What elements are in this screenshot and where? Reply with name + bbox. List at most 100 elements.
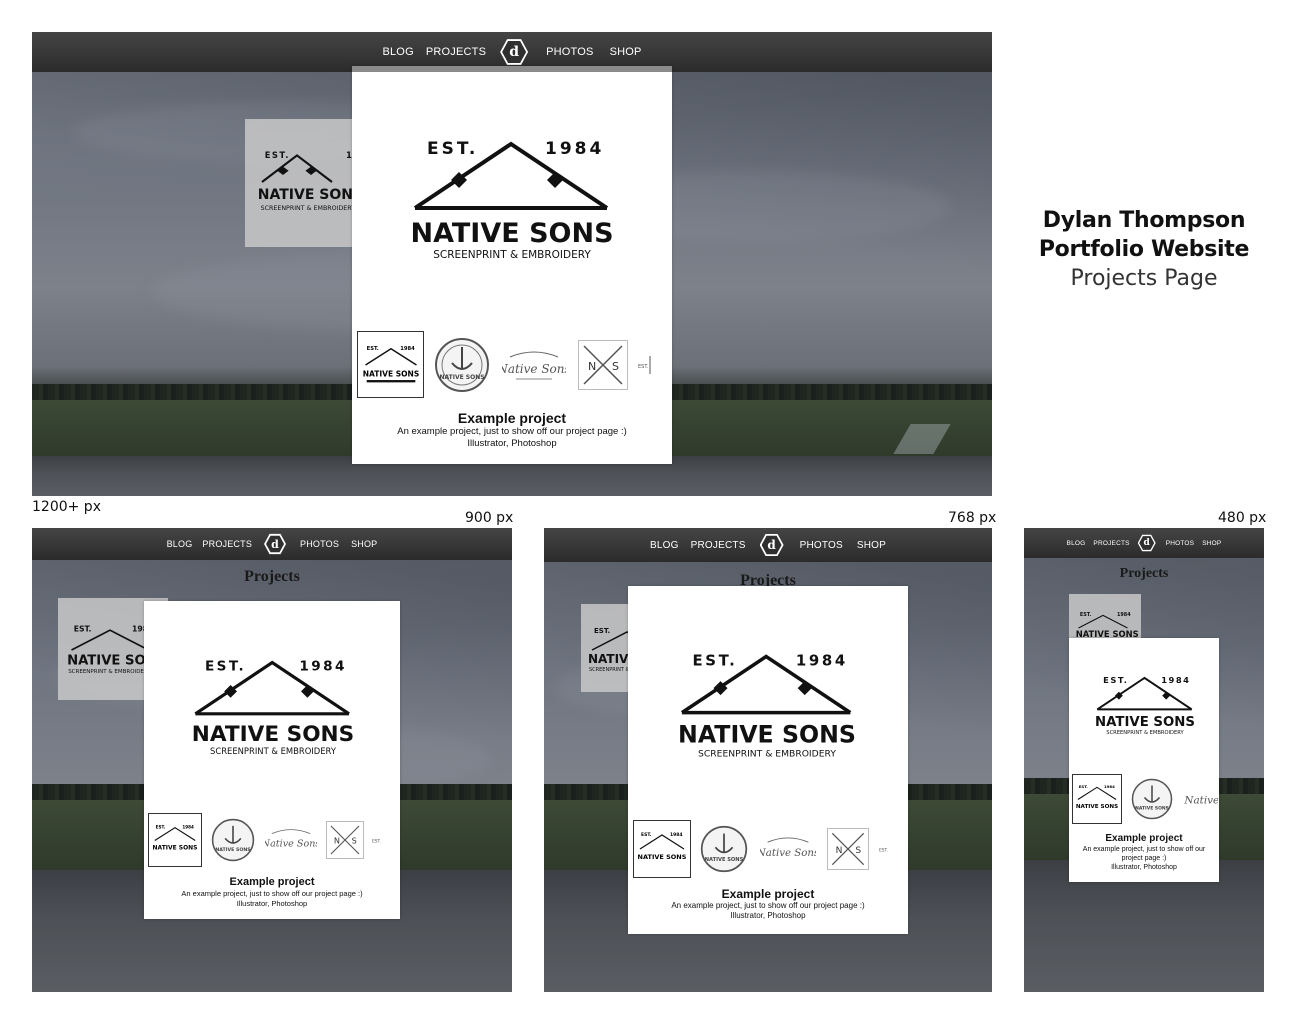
- thumbnail-cross-logo[interactable]: N S: [827, 828, 869, 870]
- svg-text:Native Sons: Native Sons: [265, 838, 317, 849]
- svg-text:1984: 1984: [299, 659, 346, 675]
- project-title: Example project: [229, 876, 315, 888]
- svg-text:NATIVE SONS: NATIVE SONS: [638, 853, 687, 861]
- svg-text:EST.: EST.: [879, 848, 888, 854]
- thumbnail-cross-logo[interactable]: N S: [578, 339, 628, 390]
- thumbnail-cross-logo[interactable]: N S: [326, 821, 364, 859]
- site-logo-icon[interactable]: d: [500, 39, 529, 65]
- project-title: Example project: [457, 410, 567, 426]
- svg-text:NATIVE SONS: NATIVE SONS: [215, 847, 251, 853]
- project-tools: Illustrator, Photoshop: [1111, 864, 1177, 871]
- script-logo-icon: Native Sons: [760, 837, 816, 859]
- svg-text:NATIVE SONS: NATIVE SONS: [1095, 715, 1195, 730]
- nav-link-blog[interactable]: BLOG: [650, 540, 679, 551]
- project-grid-card[interactable]: EST. 1984 NATIVE SONS SCREENPRINT & EMBR…: [245, 119, 365, 247]
- svg-text:S: S: [855, 846, 861, 856]
- project-modal: EST. 1984 NATIVE SONS SCREENPRINT & EMBR…: [1069, 638, 1219, 882]
- native-sons-logo-icon: EST. 1984 NATIVE SONS SCREENPRINT & EMBR…: [192, 659, 354, 756]
- nav-link-photos[interactable]: PHOTOS: [546, 46, 593, 58]
- svg-text:SCREENPRINT & EMBROIDERY: SCREENPRINT & EMBROIDERY: [210, 746, 337, 756]
- nav-link-blog[interactable]: BLOG: [167, 539, 193, 549]
- native-sons-logo-icon: EST. 1984 NATIVE SONS SCREENPRINT & EMBR…: [410, 139, 613, 261]
- project-title: Example project: [721, 887, 815, 901]
- thumbnail-anchor-badge[interactable]: NATIVE SONS: [432, 335, 492, 395]
- nav-link-photos[interactable]: PHOTOS: [1166, 540, 1195, 547]
- thumbnail-script-logo[interactable]: Native Sons: [502, 335, 566, 395]
- crossed-arrows-icon: N S: [583, 344, 623, 385]
- svg-text:EST.: EST.: [366, 345, 378, 351]
- thumbnail-partial[interactable]: EST.: [372, 825, 386, 855]
- svg-text:1984: 1984: [796, 651, 848, 669]
- svg-text:NATIVE SONS: NATIVE SONS: [192, 722, 354, 747]
- site-navbar: BLOG PROJECTS d PHOTOS SHOP: [544, 528, 992, 562]
- page-title: Projects: [1119, 566, 1169, 581]
- breakpoint-label-xsmall: 480 px: [1218, 510, 1267, 526]
- nav-link-projects[interactable]: PROJECTS: [1093, 540, 1129, 547]
- project-modal: EST. 1984 NATIVE SONS SCREENPRINT & EMBR…: [144, 601, 400, 919]
- caption-page-name: Projects Page: [1070, 266, 1218, 291]
- site-navbar: BLOG PROJECTS d PHOTOS SHOP: [32, 528, 512, 560]
- thumbnail-badge-mountain[interactable]: EST. 1984 NATIVE SONS: [633, 820, 691, 878]
- site-logo-icon[interactable]: d: [759, 533, 784, 557]
- script-logo-icon: Native Sons: [502, 351, 566, 379]
- thumbnail-partial[interactable]: EST.: [879, 834, 893, 864]
- svg-text:EST.: EST.: [427, 139, 478, 159]
- thumbnail-script-logo[interactable]: Native Sons: [264, 817, 318, 863]
- svg-text:NATIVE SONS: NATIVE SONS: [410, 218, 613, 249]
- svg-text:EST.: EST.: [594, 627, 610, 635]
- nav-link-shop[interactable]: SHOP: [610, 46, 642, 58]
- project-description: An example project, just to show off our…: [671, 901, 865, 910]
- site-navbar: BLOG PROJECTS d PHOTOS SHOP: [1024, 528, 1264, 558]
- crossed-arrows-icon: N S: [831, 832, 865, 866]
- svg-text:Native Sons: Native Sons: [502, 362, 566, 376]
- project-tools: Illustrator, Photoshop: [236, 899, 308, 908]
- screen-desktop-large: BLOG PROJECTS d PHOTOS SHOP EST. 1984 NA…: [32, 32, 992, 496]
- native-sons-logo-icon: EST. 1984 NATIVE SONS: [638, 832, 687, 861]
- native-sons-logo-icon: EST. 1984 NATIVE SONS SCREENPRINT & EMBR…: [258, 150, 365, 212]
- nav-link-blog[interactable]: BLOG: [1067, 540, 1086, 547]
- thumbnail-anchor-badge[interactable]: NATIVE SONS: [1130, 777, 1174, 821]
- native-sons-logo-icon: EST. 1984 NATIVE SONS: [153, 824, 198, 851]
- svg-text:S: S: [612, 360, 619, 373]
- nav-link-blog[interactable]: BLOG: [382, 46, 413, 58]
- svg-text:1984: 1984: [1117, 612, 1131, 618]
- svg-text:1984: 1984: [400, 345, 415, 351]
- thumbnail-badge-mountain[interactable]: EST. 1984 NATIVE SONS: [357, 331, 424, 398]
- site-logo-icon[interactable]: d: [1137, 534, 1156, 552]
- nav-link-projects[interactable]: PROJECTS: [202, 539, 252, 549]
- svg-text:NATIVE SONS: NATIVE SONS: [439, 374, 484, 381]
- nav-link-shop[interactable]: SHOP: [1202, 540, 1221, 547]
- nav-link-projects[interactable]: PROJECTS: [426, 46, 486, 58]
- svg-text:SCREENPRINT & EMBROIDERY: SCREENPRINT & EMBROIDERY: [1106, 730, 1184, 736]
- project-description: An example project, just to show off our…: [1082, 846, 1206, 862]
- thumbnail-script-logo[interactable]: Native Sons: [759, 824, 817, 874]
- thumbnail-badge-mountain[interactable]: EST. 1984 NATIVE SONS: [148, 813, 202, 867]
- script-logo-icon: Native Sons: [265, 829, 317, 849]
- thumbnail-anchor-badge[interactable]: NATIVE SONS: [210, 817, 256, 863]
- nav-link-photos[interactable]: PHOTOS: [800, 540, 843, 551]
- svg-text:NATIVE SONS: NATIVE SONS: [153, 844, 198, 851]
- nav-link-shop[interactable]: SHOP: [351, 539, 377, 549]
- nav-link-photos[interactable]: PHOTOS: [300, 539, 339, 549]
- site-logo-icon[interactable]: d: [264, 533, 287, 555]
- svg-text:SCREENPRINT & EMBROIDERY: SCREENPRINT & EMBROIDERY: [698, 748, 836, 759]
- anchor-icon: NATIVE SONS: [700, 825, 748, 873]
- thumbnail-strip: EST. 1984 NATIVE SONS NATIVE SONS Native…: [1072, 774, 1218, 824]
- svg-text:SCREENPRINT & EMBROIDERY: SCREENPRINT & EMBROIDERY: [261, 205, 356, 212]
- svg-text:NATIVE SONS: NATIVE SONS: [678, 720, 856, 748]
- project-grid-card[interactable]: EST. 1984 NATIVE SONS: [1069, 594, 1141, 640]
- caption-subtitle: Portfolio Website: [1038, 237, 1250, 262]
- thumbnail-script-logo[interactable]: Native Sons: [1182, 779, 1218, 819]
- breakpoint-label-small: 768 px: [948, 510, 997, 526]
- project-description: An example project, just to show off our…: [181, 889, 363, 898]
- svg-text:N: N: [836, 846, 843, 856]
- svg-text:1984: 1984: [1104, 784, 1115, 789]
- thumbnail-anchor-badge[interactable]: NATIVE SONS: [699, 824, 749, 874]
- project-tools: Illustrator, Photoshop: [467, 438, 557, 449]
- nav-link-projects[interactable]: PROJECTS: [691, 540, 746, 551]
- nav-link-shop[interactable]: SHOP: [857, 540, 886, 551]
- svg-text:NATIVE SONS: NATIVE SONS: [1076, 804, 1118, 810]
- thumbnail-partial[interactable]: EST.: [638, 345, 654, 385]
- thumbnail-badge-mountain[interactable]: EST. 1984 NATIVE SONS: [1072, 774, 1122, 824]
- svg-text:EST.: EST.: [1103, 675, 1128, 685]
